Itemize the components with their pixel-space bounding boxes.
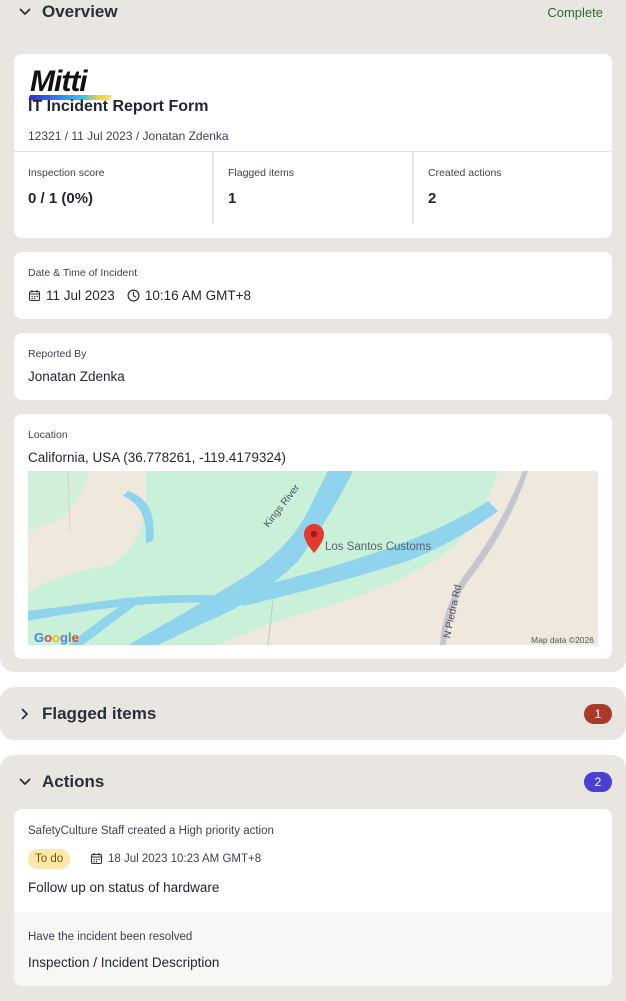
stat-value: 2 bbox=[428, 190, 437, 207]
location-card: Location California, USA (36.778261, -11… bbox=[14, 414, 612, 659]
google-letter: g bbox=[60, 630, 68, 645]
datetime-card: Date & Time of Incident 11 Jul 2023 10:1… bbox=[14, 252, 612, 319]
location-value: California, USA (36.778261, -119.4179324… bbox=[28, 450, 286, 465]
google-letter: o bbox=[52, 630, 61, 645]
chevron-down-icon bbox=[19, 778, 31, 785]
actions-header[interactable]: Actions 2 bbox=[0, 755, 626, 808]
report-header-card: Mitti IT Incident Report Form 12321 / 11… bbox=[14, 54, 612, 238]
incident-date: 11 Jul 2023 bbox=[46, 288, 115, 303]
actions-section: Actions 2 SafetyCulture Staff created a … bbox=[0, 755, 626, 1001]
action-created-by: SafetyCulture Staff created a High prior… bbox=[28, 825, 274, 837]
stats-row: Inspection score 0 / 1 (0%) Flagged item… bbox=[14, 151, 612, 224]
clock-icon bbox=[127, 289, 140, 302]
location-map[interactable]: Los Santos Customs Kings River N Piedra … bbox=[28, 471, 598, 645]
flagged-items-title: Flagged items bbox=[42, 703, 157, 723]
google-letter: o bbox=[44, 630, 53, 645]
linked-question-text: Have the incident been resolved bbox=[28, 931, 193, 943]
linked-question-answer: Inspection / Incident Description bbox=[28, 955, 220, 970]
location-label: Location bbox=[28, 429, 68, 441]
form-meta: 12321 / 11 Jul 2023 / Jonatan Zdenka bbox=[28, 129, 229, 143]
incident-time: 10:16 AM GMT+8 bbox=[144, 288, 251, 303]
brand-logo: Mitti bbox=[28, 65, 120, 102]
actions-title: Actions bbox=[42, 771, 105, 791]
form-title: IT Incident Report Form bbox=[28, 98, 209, 115]
map-place-label: Los Santos Customs bbox=[325, 541, 432, 553]
stat-label: Flagged items bbox=[228, 167, 294, 179]
action-title: Follow up on status of hardware bbox=[28, 880, 220, 895]
flagged-items-header[interactable]: Flagged items 1 bbox=[0, 687, 626, 740]
overview-title: Overview bbox=[42, 2, 118, 21]
google-letter: G bbox=[34, 630, 45, 645]
stat-label: Created actions bbox=[428, 167, 502, 179]
flagged-items-section: Flagged items 1 bbox=[0, 687, 626, 740]
flagged-count-badge: 1 bbox=[584, 703, 612, 724]
reported-by-card: Reported By Jonatan Zdenka bbox=[14, 333, 612, 400]
google-letter: e bbox=[71, 630, 79, 645]
map-graphic bbox=[28, 471, 598, 645]
chevron-down-icon bbox=[19, 8, 31, 15]
stat-created-actions: Created actions 2 bbox=[414, 152, 612, 224]
action-status-badge: To do bbox=[28, 849, 71, 869]
actions-count-badge: 2 bbox=[584, 771, 612, 792]
logo-text: Mitti bbox=[30, 65, 88, 98]
map-google-logo: Google bbox=[34, 630, 79, 645]
stat-value: 1 bbox=[228, 190, 237, 207]
overview-section: Overview Complete Mitti IT Incident Repo… bbox=[0, 0, 626, 672]
reported-value: Jonatan Zdenka bbox=[28, 369, 125, 384]
stat-inspection-score: Inspection score 0 / 1 (0%) bbox=[14, 152, 214, 224]
datetime-label: Date & Time of Incident bbox=[28, 267, 138, 279]
datetime-value: 11 Jul 2023 10:16 AM GMT+8 bbox=[28, 288, 251, 303]
calendar-icon bbox=[90, 853, 103, 865]
stat-value: 0 / 1 (0%) bbox=[28, 190, 94, 207]
action-due-text: 18 Jul 2023 10:23 AM GMT+8 bbox=[108, 852, 262, 865]
overview-header[interactable]: Overview Complete bbox=[0, 0, 626, 24]
map-attribution[interactable]: Map data ©2026 bbox=[531, 635, 594, 645]
status-label: Complete bbox=[547, 4, 603, 20]
stat-flagged-items: Flagged items 1 bbox=[214, 152, 414, 224]
calendar-icon bbox=[28, 290, 41, 302]
stat-label: Inspection score bbox=[28, 167, 105, 179]
action-due-date: 18 Jul 2023 10:23 AM GMT+8 bbox=[90, 852, 261, 865]
chevron-right-icon bbox=[21, 708, 28, 719]
reported-label: Reported By bbox=[28, 348, 87, 360]
action-linked-question: Have the incident been resolved Inspecti… bbox=[14, 912, 612, 986]
action-card[interactable]: SafetyCulture Staff created a High prior… bbox=[14, 809, 612, 986]
